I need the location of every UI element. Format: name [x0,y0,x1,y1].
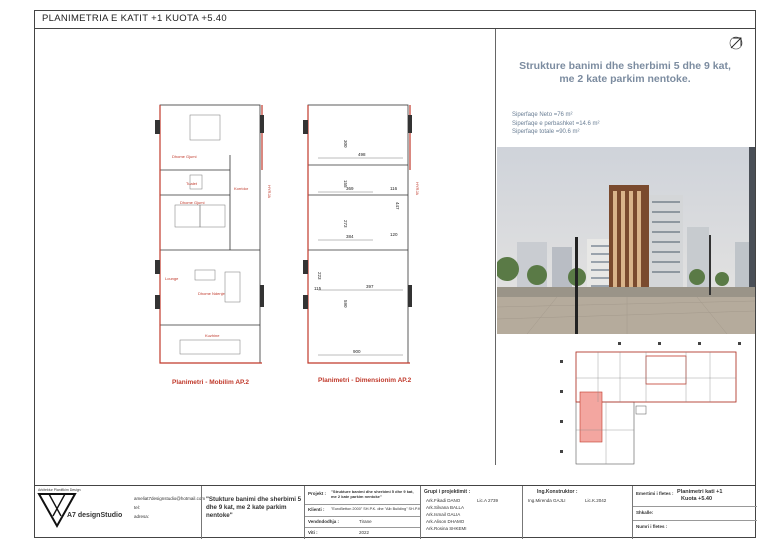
team-cell: Grupi i projektimit : Ark.Fikadi DANO Li… [420,486,522,539]
dim-label-10: 223 [317,272,322,280]
project-cell: Projekt : "Strukture banimi dhe sherbimi… [304,486,421,539]
grupi-label: Grupi i projektimit : [424,489,471,495]
dim-label-8: 120 [390,232,398,237]
ing-label: Ing.Konstruktor : [537,489,578,495]
shkalla-label: Shkalle: [636,510,654,515]
plan-dimension-caption: Planimetri - Dimensionim AP.2 [318,377,412,384]
studio-tel-label: tel: [134,505,141,510]
team-member-0: Ark.Fikadi DANO [426,498,461,503]
plan-dimension-drawing: 300 498 155 369 116 273 384 120 447 223 … [303,104,420,364]
logo-text: A7 designStudio [67,512,123,519]
team-lic-0: Lic.A 2739 [477,498,499,503]
project-title-line1: Strukture banimi dhe sherbimi 5 dhe 9 ka… [519,60,731,72]
dim-label-9: 447 [395,202,400,210]
project-quote: "Stukture banimi dhe sherbimi 5 dhe 9 ka… [206,496,302,519]
plan-furniture-caption: Planimetri - Mobilim AP.2 [172,379,249,386]
dim-label-2: 498 [358,152,366,157]
surface-shared: Siperfaqe e perbashket =14.6 m² [512,120,600,127]
team-member-4: Ark.Rosina SHKEMI [426,526,467,531]
dim-label-13: 590 [343,300,348,308]
panel-divider [495,29,496,465]
engineer-cell: Ing.Konstruktor : Ing.Mirenda GAJLI Lic.… [522,486,632,539]
room-label-corridor: Korridor [234,186,249,191]
studio-web-label: adresa: [134,514,150,519]
title-block: Arkitektur Planifikim Design A7 designSt… [34,485,757,539]
dim-label-6: 273 [343,220,348,228]
dim-label-12: 397 [366,284,374,289]
logo-small-text: Arkitektur Planifikim Design [38,488,81,492]
dim-label-11: 115 [314,286,322,291]
dim-label-5: 116 [390,186,398,191]
sheet-info-cell: Emertimi i fletes : Planimetri kati +1 K… [632,486,757,539]
team-member-2: Ark.Ismail GALIA [426,512,461,517]
surface-summary: Siperfaqe Neto =76 m² Siperfaqe e perbas… [512,111,600,137]
project-title: Strukture banimi dhe sherbimi 5 dhe 9 ka… [500,60,750,86]
key-plan-drawing [560,342,741,465]
emertimi-value2: Kuota +5.40 [681,496,713,502]
north-arrow-icon [729,36,743,50]
team-member-1: Ark.Silvana BALLA [426,505,465,510]
plan-furniture-drawing: Dhome Gjumi Tualet Korridor Dhome Gjumi … [155,104,272,364]
klienti-label: Klienti : [308,507,325,512]
vendndodhja-value: Tirane [359,519,372,524]
surface-neto: Siperfaqe Neto =76 m² [512,112,573,118]
entry-label-furniture: HYRJA [267,185,272,198]
sheet-title: PLANIMETRIA E KATIT +1 KUOTA +5.40 [42,13,227,24]
entry-label-dimension: HYRJA [415,182,420,195]
dim-label-7: 384 [346,234,354,239]
project-title-line2: me 2 kate parkim nentoke. [559,73,691,85]
sheet-title-bar: PLANIMETRIA E KATIT +1 KUOTA +5.40 [34,10,756,29]
room-label-kitchen: Kuzhine [205,333,220,338]
emertimi-value: Planimetri kati +1 [677,489,723,495]
vendndodhja-label: Vendndodhja : [308,519,339,524]
projekt-label: Projekt : [308,491,327,496]
ing-lic: Lic.K.2042 [585,498,607,503]
surface-total: Siperfaqe totale =90.6 m² [512,129,580,135]
room-label-bedroom2: Dhome Gjumi [180,200,205,205]
emertimi-label: Emertimi i fletes : [636,491,674,496]
building-rendering [497,147,755,334]
viti-label: Viti : [308,530,318,535]
projekt-value: "Strukture banimi dhe sherbimi 5 dhe 9 k… [331,489,414,499]
dim-label-14: 900 [353,349,361,354]
ing-name: Ing.Mirenda GAJLI [528,498,566,503]
team-member-3: Ark.Alison DHAMO [426,519,465,524]
room-label-toilet: Tualet [186,181,198,186]
dim-label-1: 300 [343,140,348,148]
studio-logo-icon [37,493,77,529]
numri-label: Numri i fletes : [636,524,668,529]
room-label-lounge: Lounge [165,276,179,281]
studio-email: ameliat7designstudio@hotmail.com [134,496,206,501]
room-label-living: Dhome Ndenje [198,291,225,296]
room-label-bedroom1: Dhome Gjumi [172,154,197,159]
quote-cell: "Stukture banimi dhe sherbimi 5 dhe 9 ka… [201,486,304,539]
klienti-value: "EuroBetton 2000" SH.P.K. dhe "Alb Build… [331,507,421,511]
viti-value: 2022 [359,530,370,535]
dim-label-4: 369 [346,186,354,191]
